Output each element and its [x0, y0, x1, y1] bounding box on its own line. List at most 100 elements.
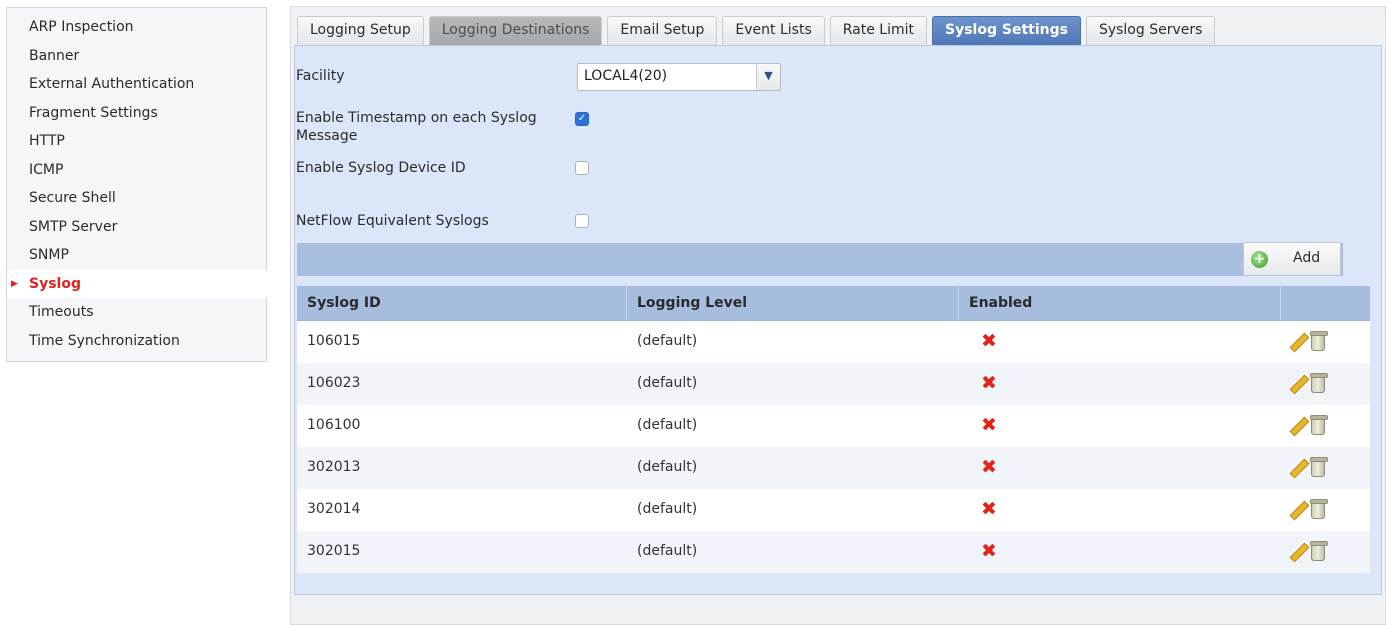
enabled-cell: ✖ [959, 321, 1281, 363]
sidebar-item-smtp-server[interactable]: SMTP Server [7, 213, 266, 242]
row-actions [1281, 447, 1370, 489]
sidebar-item-fragment-settings[interactable]: Fragment Settings [7, 99, 266, 128]
add-icon: + [1251, 251, 1268, 268]
delete-trash-icon[interactable] [1310, 373, 1328, 393]
add-button[interactable]: + Add [1243, 242, 1341, 276]
sidebar-item-arp-inspection[interactable]: ARP Inspection [7, 13, 266, 42]
sidebar-item-label: Syslog [29, 275, 81, 292]
table-row[interactable]: 302015 (default) ✖ [297, 531, 1370, 573]
sidebar-item-timeouts[interactable]: Timeouts [7, 298, 266, 327]
table-row[interactable]: 302013 (default) ✖ [297, 447, 1370, 489]
tab-syslog-settings[interactable]: Syslog Settings [932, 16, 1081, 45]
enabled-cell: ✖ [959, 447, 1281, 489]
check-icon: ✓ [577, 113, 587, 124]
edit-pencil-icon[interactable] [1289, 459, 1307, 477]
settings-sidebar: ARP Inspection Banner External Authentic… [6, 7, 267, 362]
edit-pencil-icon[interactable] [1289, 375, 1307, 393]
facility-select[interactable]: LOCAL4(20) ▼ [577, 63, 781, 91]
delete-trash-icon[interactable] [1310, 415, 1328, 435]
chevron-down-icon[interactable]: ▼ [756, 64, 780, 90]
disabled-x-icon: ✖ [981, 330, 997, 352]
sidebar-menu: ARP Inspection Banner External Authentic… [7, 8, 267, 356]
edit-pencil-icon[interactable] [1289, 333, 1307, 351]
row-actions [1281, 363, 1370, 405]
disabled-x-icon: ✖ [981, 372, 997, 394]
sidebar-item-icmp[interactable]: ICMP [7, 156, 266, 185]
tab-email-setup[interactable]: Email Setup [607, 16, 718, 45]
sidebar-item-label: HTTP [29, 133, 65, 149]
table-row[interactable]: 106023 (default) ✖ [297, 363, 1370, 405]
sidebar-item-snmp[interactable]: SNMP [7, 241, 266, 270]
enabled-cell: ✖ [959, 405, 1281, 447]
table-row[interactable]: 106015 (default) ✖ [297, 321, 1370, 363]
tab-rate-limit[interactable]: Rate Limit [829, 16, 928, 45]
syslog-id-cell: 106100 [307, 417, 361, 433]
timestamp-label: Enable Timestamp on each Syslog Message [296, 109, 537, 145]
syslog-id-cell: 302014 [307, 501, 361, 517]
column-header-logging-level[interactable]: Logging Level [627, 286, 959, 320]
delete-trash-icon[interactable] [1310, 457, 1328, 477]
table-row[interactable]: 302014 (default) ✖ [297, 489, 1370, 531]
sidebar-item-external-authentication[interactable]: External Authentication [7, 70, 266, 99]
sidebar-item-label: SNMP [29, 247, 69, 263]
add-button-label: Add [1293, 250, 1321, 266]
delete-trash-icon[interactable] [1310, 499, 1328, 519]
main-panel: Logging Setup Logging Destinations Email… [290, 6, 1386, 625]
logging-level-cell: (default) [637, 333, 698, 349]
sidebar-item-label: ICMP [29, 161, 64, 178]
column-header-syslog-id[interactable]: Syslog ID [297, 286, 627, 320]
logging-level-cell: (default) [637, 375, 698, 391]
row-actions [1281, 405, 1370, 447]
sidebar-item-http[interactable]: HTTP [7, 127, 266, 156]
enabled-cell: ✖ [959, 489, 1281, 531]
syslog-id-cell: 302015 [307, 543, 361, 559]
disabled-x-icon: ✖ [981, 540, 997, 562]
edit-pencil-icon[interactable] [1289, 543, 1307, 561]
facility-select-value: LOCAL4(20) [584, 68, 668, 84]
edit-pencil-icon[interactable] [1289, 417, 1307, 435]
row-actions [1281, 531, 1370, 573]
syslog-table: Syslog ID Logging Level Enabled 106015 (… [297, 286, 1370, 573]
sidebar-item-label: Timeouts [29, 304, 94, 320]
edit-pencil-icon[interactable] [1289, 501, 1307, 519]
active-arrow-icon: ▶ [11, 278, 18, 289]
syslog-id-cell: 106023 [307, 375, 361, 391]
disabled-x-icon: ✖ [981, 414, 997, 436]
syslog-id-cell: 106015 [307, 333, 361, 349]
sidebar-item-secure-shell[interactable]: Secure Shell [7, 184, 266, 213]
sidebar-item-label: Banner [29, 47, 80, 64]
panel-footer [294, 597, 1382, 623]
timestamp-checkbox[interactable]: ✓ [575, 112, 589, 126]
table-row[interactable]: 106100 (default) ✖ [297, 405, 1370, 447]
sidebar-item-banner[interactable]: Banner [7, 42, 266, 71]
logging-level-cell: (default) [637, 543, 698, 559]
delete-trash-icon[interactable] [1310, 541, 1328, 561]
sidebar-item-label: SMTP Server [29, 218, 118, 235]
tab-syslog-servers[interactable]: Syslog Servers [1085, 16, 1216, 45]
netflow-checkbox[interactable] [575, 214, 589, 228]
enabled-cell: ✖ [959, 363, 1281, 405]
enabled-cell: ✖ [959, 531, 1281, 573]
timestamp-label-line2: Message [296, 128, 358, 144]
table-header: Syslog ID Logging Level Enabled [297, 286, 1370, 321]
logging-level-cell: (default) [637, 501, 698, 517]
netflow-label: NetFlow Equivalent Syslogs [296, 213, 489, 229]
device-id-label: Enable Syslog Device ID [296, 160, 466, 176]
disabled-x-icon: ✖ [981, 456, 997, 478]
sidebar-item-time-synchronization[interactable]: Time Synchronization [7, 327, 266, 356]
column-header-actions [1281, 286, 1370, 320]
syslog-settings-content: Facility LOCAL4(20) ▼ Enable Timestamp o… [294, 45, 1382, 595]
sidebar-item-label: Time Synchronization [29, 332, 180, 349]
delete-trash-icon[interactable] [1310, 331, 1328, 351]
tab-logging-destinations[interactable]: Logging Destinations [428, 16, 603, 45]
sidebar-item-syslog[interactable]: ▶ Syslog [7, 269, 267, 298]
device-id-checkbox[interactable] [575, 161, 589, 175]
tab-event-lists[interactable]: Event Lists [722, 16, 825, 45]
logging-level-cell: (default) [637, 459, 698, 475]
sidebar-item-label: Secure Shell [29, 190, 116, 206]
tab-bar: Logging Setup Logging Destinations Email… [297, 16, 1220, 45]
facility-label: Facility [296, 68, 345, 84]
column-header-enabled[interactable]: Enabled [959, 286, 1281, 320]
tab-logging-setup[interactable]: Logging Setup [297, 16, 424, 45]
table-toolbar [297, 243, 1343, 276]
